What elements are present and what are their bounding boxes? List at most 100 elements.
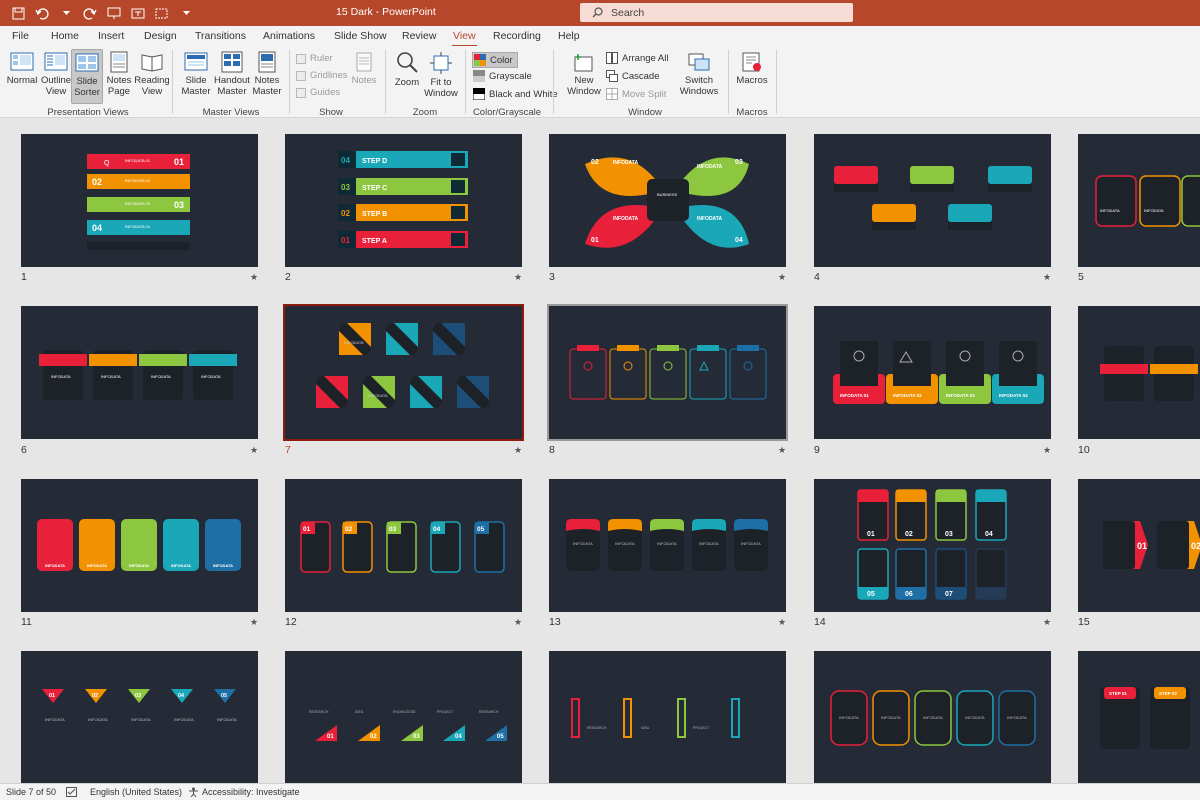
notes-master-button[interactable]: Notes Master <box>251 51 283 97</box>
slide-thumbnail-1[interactable]: Q 02 04 01 03 INFODATA 01 INFODATA 02 IN… <box>21 134 258 267</box>
slide-master-button[interactable]: Slide Master <box>179 51 213 97</box>
slide-7-label: INFODATA <box>368 393 388 398</box>
slide-18-idea: IDEA <box>641 726 650 730</box>
slide-16-graphic: 01 02 03 04 05 INFODATA INFODATA INFODAT… <box>42 689 237 722</box>
group-divider <box>776 50 777 114</box>
dropdown-arrow-icon[interactable] <box>56 4 76 22</box>
save-icon[interactable] <box>8 4 28 22</box>
slide-thumbnail-3[interactable]: BUSINESS 02 03 01 04 INFODATA INFODATA I… <box>549 134 786 267</box>
slide-12-graphic: 01 02 03 04 05 <box>300 521 505 573</box>
accessibility-icon[interactable] <box>188 787 199 799</box>
handout-master-button[interactable]: Handout Master <box>214 51 250 97</box>
tab-design[interactable]: Design <box>144 30 177 42</box>
slide-18-project: PROJECT <box>693 726 710 730</box>
slide-thumbnail-5[interactable]: INFODATA INFODATA <box>1078 134 1200 267</box>
slide-thumbnail-17[interactable]: 01 02 03 04 05 RESEARCH IDEA KNOWLEDGE P… <box>285 651 522 783</box>
guides-label: Guides <box>310 87 341 98</box>
tab-insert[interactable]: Insert <box>98 30 124 42</box>
slide-1-label-3: INFODATA 03 <box>125 201 151 206</box>
cascade-button[interactable]: Cascade <box>606 70 660 82</box>
slide-3-label: INFODATA <box>613 160 638 166</box>
black-and-white-button[interactable]: Black and White <box>473 88 558 100</box>
slide-thumbnail-4[interactable] <box>814 134 1051 267</box>
slide-thumbnail-6[interactable]: INFODATA INFODATA INFODATA INFODATA <box>21 306 258 439</box>
tab-help[interactable]: Help <box>558 30 580 42</box>
tab-home[interactable]: Home <box>51 30 79 42</box>
redo-icon[interactable] <box>80 4 100 22</box>
slide-thumbnail-12[interactable]: 01 02 03 04 05 <box>285 479 522 612</box>
notes-page-button[interactable]: Notes Page <box>104 51 134 97</box>
search-icon <box>592 7 603 18</box>
group-divider <box>289 50 290 114</box>
switch-windows-button[interactable]: Switch Windows <box>676 51 722 97</box>
slide-sorter-pane[interactable]: Q 02 04 01 03 INFODATA 01 INFODATA 02 IN… <box>0 119 1200 783</box>
shape-icon[interactable] <box>152 4 172 22</box>
slide-1-label-4: INFODATA 04 <box>125 224 151 229</box>
accessibility-status[interactable]: Accessibility: Investigate <box>202 787 300 797</box>
slide-thumbnail-8[interactable] <box>549 306 786 439</box>
transition-star-icon: ★ <box>1043 445 1052 455</box>
undo-icon[interactable] <box>32 4 52 22</box>
slide-thumbnail-15[interactable]: 01 02 <box>1078 479 1200 612</box>
outline-view-icon <box>44 52 68 71</box>
reading-view-button[interactable]: Reading View <box>134 51 170 97</box>
tab-file[interactable]: File <box>12 30 29 42</box>
slide-5-label: INFODATA <box>1144 208 1164 213</box>
macros-button[interactable]: Macros <box>734 51 770 86</box>
guides-checkbox[interactable]: Guides <box>296 87 340 98</box>
transition-star-icon: ★ <box>514 272 523 282</box>
language-status[interactable]: English (United States) <box>90 787 182 797</box>
gridlines-checkbox[interactable]: Gridlines <box>296 70 348 81</box>
tab-slide-show[interactable]: Slide Show <box>334 30 387 42</box>
color-button[interactable]: Color <box>472 52 518 68</box>
slide-16-num-05: 05 <box>221 693 227 699</box>
slide-thumbnail-16[interactable]: 01 02 03 04 05 INFODATA INFODATA INFODAT… <box>21 651 258 783</box>
search-box[interactable]: Search <box>580 3 853 22</box>
slide-number: 6 <box>21 444 27 456</box>
slide-thumbnail-10[interactable] <box>1078 306 1200 439</box>
slide-sorter-button[interactable]: Slide Sorter <box>71 49 103 104</box>
spelling-icon[interactable] <box>66 787 77 799</box>
slide-thumbnail-2[interactable]: 04 03 02 01 STEP D STEP C STEP B STEP A <box>285 134 522 267</box>
slide-master-label: Slide Master <box>181 75 211 97</box>
present-icon[interactable] <box>104 4 124 22</box>
tab-recording[interactable]: Recording <box>493 30 541 42</box>
slide-2-num-01: 01 <box>341 236 350 245</box>
slide-thumbnail-13[interactable]: INFODATA INFODATA INFODATA INFODATA INFO… <box>549 479 786 612</box>
slide-thumbnail-9[interactable]: INFODATA 01 INFODATA 02 INFODATA 03 INFO… <box>814 306 1051 439</box>
slide-11-graphic: INFODATA INFODATA INFODATA INFODATA INFO… <box>37 519 241 571</box>
slide-9-label-2: INFODATA 02 <box>893 393 922 398</box>
customize-toolbar-icon[interactable] <box>176 4 196 22</box>
slide-6-graphic: INFODATA INFODATA INFODATA INFODATA <box>39 350 237 400</box>
slide-thumbnail-19[interactable]: INFODATA INFODATA INFODATA INFODATA INFO… <box>814 651 1051 783</box>
grayscale-button[interactable]: Grayscale <box>473 70 532 82</box>
arrange-all-button[interactable]: Arrange All <box>606 52 668 64</box>
outline-view-button[interactable]: Outline View <box>40 51 72 97</box>
slide-thumbnail-14[interactable]: 01 02 03 04 05 06 07 <box>814 479 1051 612</box>
ruler-checkbox[interactable]: Ruler <box>296 53 333 64</box>
tab-transitions[interactable]: Transitions <box>195 30 246 42</box>
slide-thumbnail-11[interactable]: INFODATA INFODATA INFODATA INFODATA INFO… <box>21 479 258 612</box>
text-box-icon[interactable] <box>128 4 148 22</box>
slide-14-num-04: 04 <box>985 531 993 538</box>
tab-review[interactable]: Review <box>402 30 436 42</box>
slide-2-step-d: STEP D <box>362 158 387 165</box>
zoom-button[interactable]: Zoom <box>392 51 422 88</box>
switch-windows-icon <box>688 53 710 71</box>
tab-view[interactable]: View <box>452 30 477 47</box>
fit-to-window-button[interactable]: Fit to Window <box>423 51 459 99</box>
slide-thumbnail-18[interactable]: RESEARCH IDEA PROJECT <box>549 651 786 783</box>
ribbon: Normal Outline View Slide Sorter Notes P… <box>0 46 1200 118</box>
gridlines-label: Gridlines <box>310 70 348 81</box>
slide-thumbnail-20[interactable]: STEP 01 STEP 02 <box>1078 651 1200 783</box>
move-split-button[interactable]: Move Split <box>606 88 666 100</box>
slide-1-num-03: 03 <box>174 200 184 210</box>
new-window-button[interactable]: New Window <box>566 51 602 97</box>
slide-2-step-a: STEP A <box>362 238 387 245</box>
notes-button[interactable]: Notes <box>350 51 378 86</box>
tab-animations[interactable]: Animations <box>263 30 315 42</box>
slide-thumbnail-7[interactable]: INFODATA INFODATA <box>285 306 522 439</box>
slide-18-graphic: RESEARCH IDEA PROJECT <box>571 698 740 738</box>
window-group-label: Window <box>628 107 662 118</box>
normal-view-button[interactable]: Normal <box>5 51 39 86</box>
